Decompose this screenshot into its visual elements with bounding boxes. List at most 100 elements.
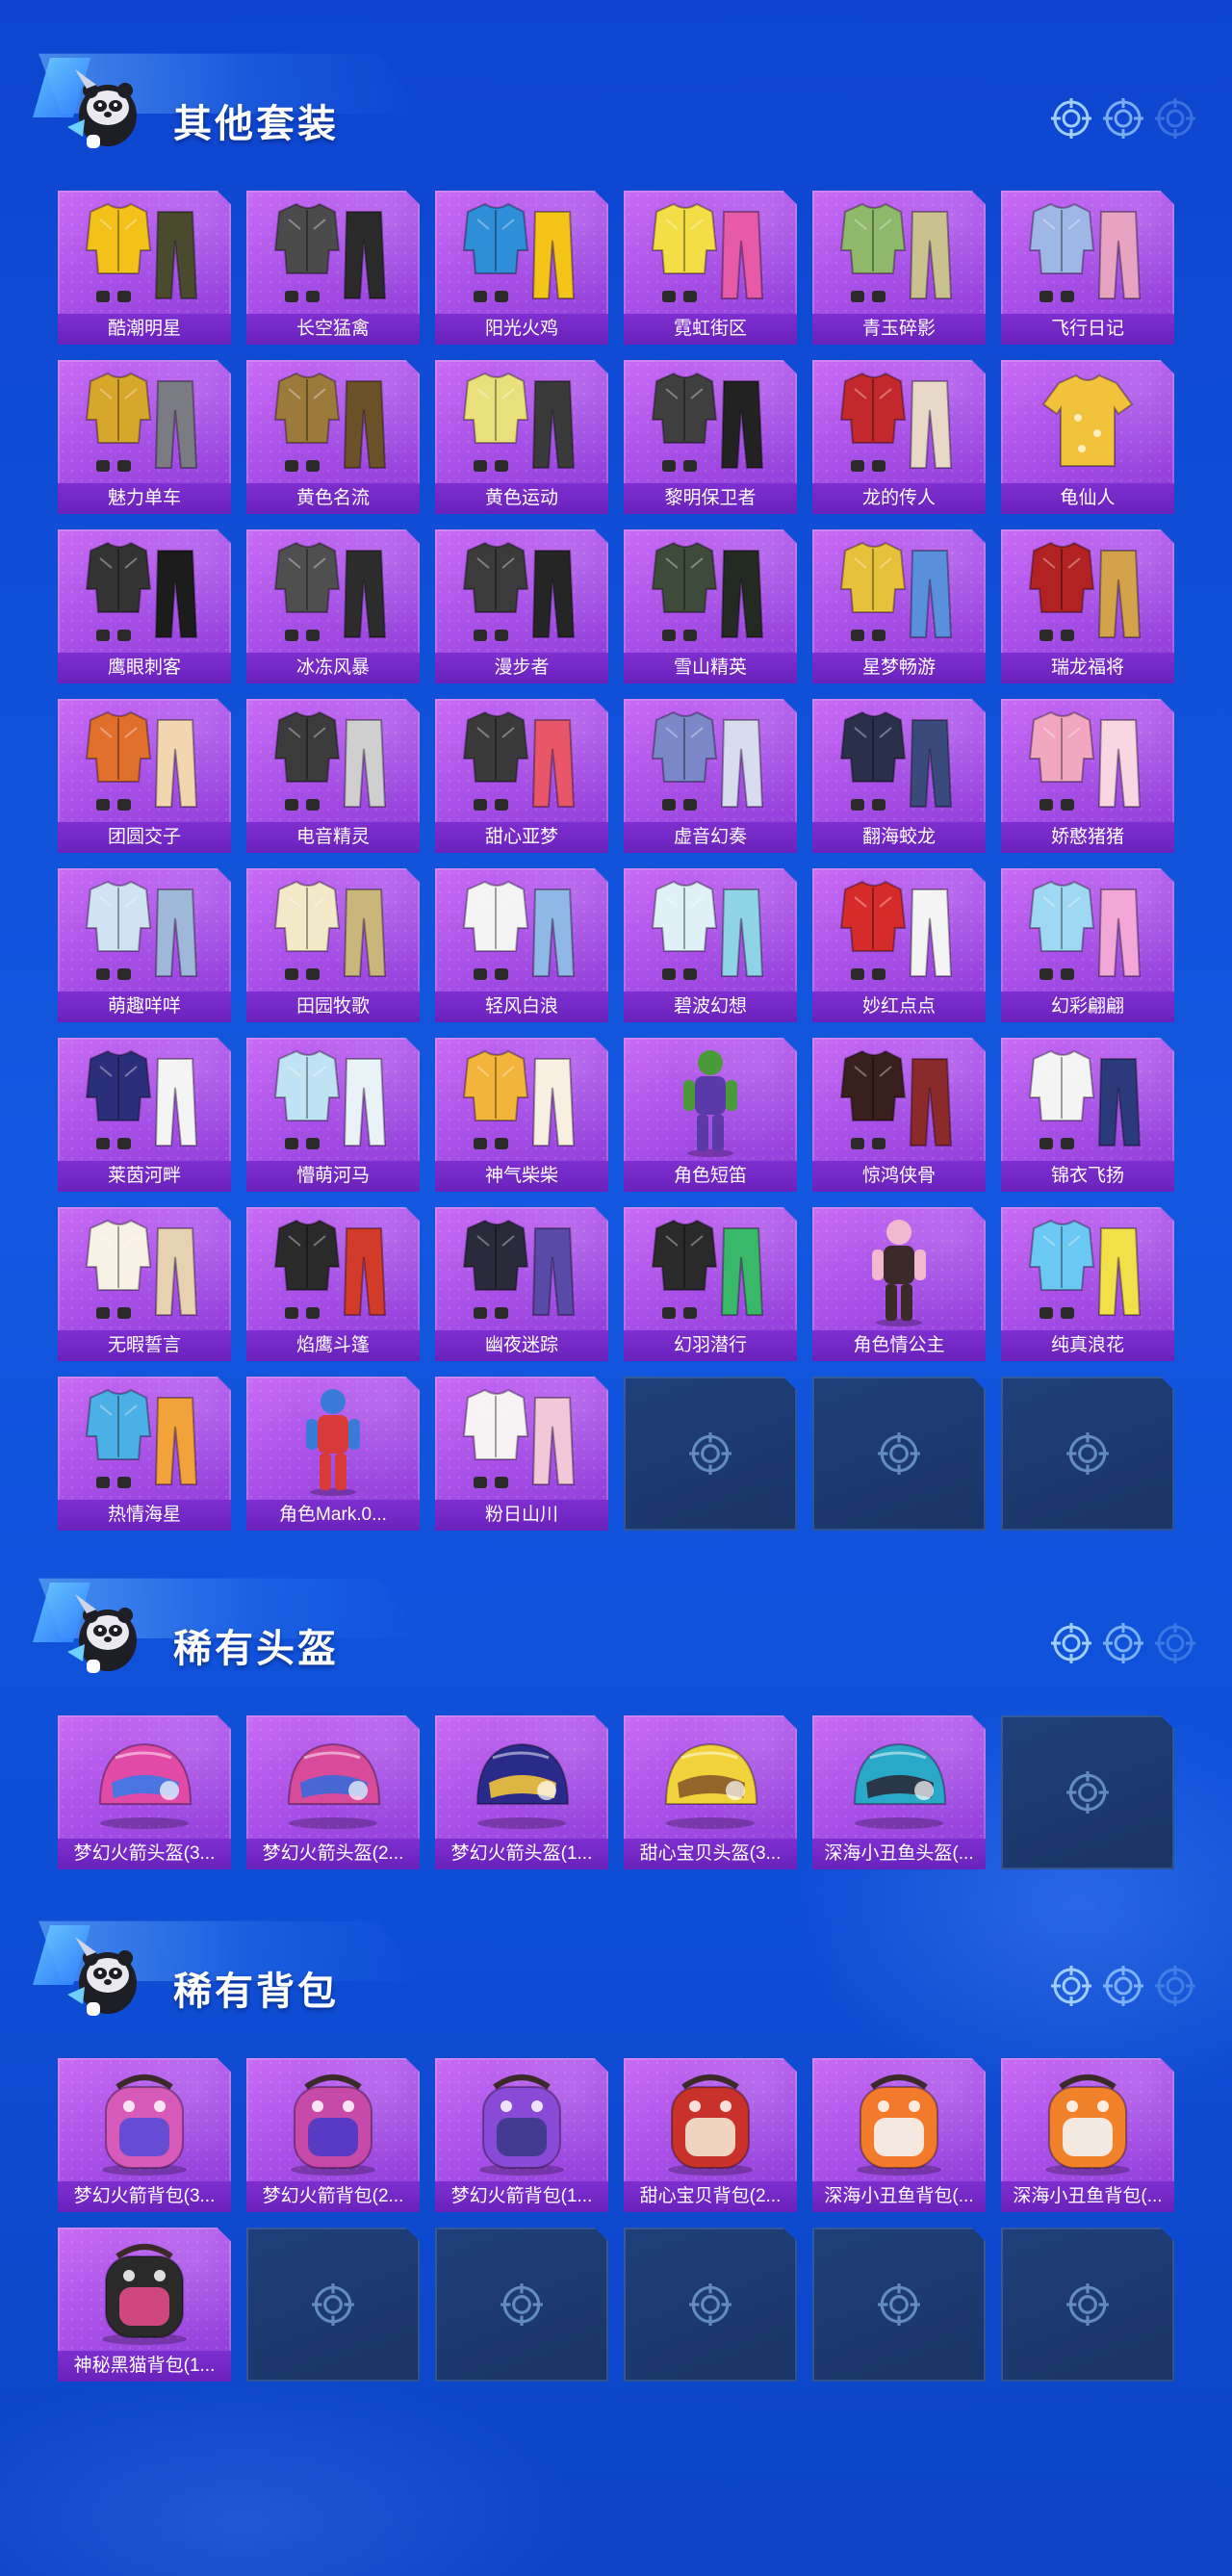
item-card[interactable]: 青玉碎影 [812,191,986,345]
crosshair-icon [1153,1964,1197,2008]
crosshair-icon [1049,96,1093,141]
item-card[interactable]: 幽夜迷踪 [435,1207,608,1361]
item-card[interactable]: 长空猛禽 [246,191,420,345]
item-card[interactable]: 莱茵河畔 [58,1038,231,1192]
item-name: 漫步者 [435,653,608,683]
item-card[interactable]: 懵萌河马 [246,1038,420,1192]
outfit-starfish-icon [58,1377,231,1500]
item-card[interactable]: 角色Mark.0... [246,1377,420,1531]
empty-slot [1001,2228,1174,2382]
outfit-piggy-icon [1001,699,1174,822]
item-card[interactable]: 团圆交子 [58,699,231,853]
item-name: 黄色运动 [435,483,608,514]
item-card[interactable]: 魅力单车 [58,360,231,514]
item-card[interactable]: 翻海蛟龙 [812,699,986,853]
item-grid: 梦幻火箭背包(3... 梦幻火箭背包(2... 梦幻火箭背包(1... 甜心宝贝… [58,2058,1174,2382]
item-name: 幽夜迷踪 [435,1330,608,1361]
item-card[interactable]: 轻风白浪 [435,868,608,1022]
item-card[interactable]: 黎明保卫者 [624,360,797,514]
item-card[interactable]: 深海小丑鱼背包(... [1001,2058,1174,2212]
outfit-sport-icon [435,360,608,483]
item-card[interactable]: 瑞龙福将 [1001,529,1174,683]
item-card[interactable]: 幻羽潜行 [624,1207,797,1361]
item-name: 田园牧歌 [246,992,420,1022]
item-card[interactable]: 甜心宝贝头盔(3... [624,1715,797,1869]
helmet-rocket-icon [58,1715,231,1839]
item-card[interactable]: 田园牧歌 [246,868,420,1022]
item-name: 惊鸿侠骨 [812,1161,986,1192]
item-card[interactable]: 幻彩翩翩 [1001,868,1174,1022]
helmet-clownfish-icon [812,1715,986,1839]
item-card[interactable]: 深海小丑鱼背包(... [812,2058,986,2212]
item-name: 黎明保卫者 [624,483,797,514]
item-card[interactable]: 黄色名流 [246,360,420,514]
item-card[interactable]: 电音精灵 [246,699,420,853]
item-card[interactable]: 龟仙人 [1001,360,1174,514]
item-card[interactable]: 萌趣咩咩 [58,868,231,1022]
item-name: 幻彩翩翩 [1001,992,1174,1022]
section-header: 稀有背包 [0,1868,1232,2016]
item-card[interactable]: 娇憨猪猪 [1001,699,1174,853]
item-name: 青玉碎影 [812,314,986,345]
item-card[interactable]: 无暇誓言 [58,1207,231,1361]
outfit-reunion-icon [58,699,231,822]
item-card[interactable]: 龙的传人 [812,360,986,514]
item-card[interactable]: 锦衣飞扬 [1001,1038,1174,1192]
item-card[interactable]: 酷潮明星 [58,191,231,345]
item-card[interactable]: 梦幻火箭背包(2... [246,2058,420,2212]
outfit-brocade-icon [1001,1038,1174,1161]
item-card[interactable]: 霓虹街区 [624,191,797,345]
item-card[interactable]: 神秘黑猫背包(1... [58,2228,231,2382]
helmet-rocket-icon [246,1715,420,1839]
crosshair-decorations [1049,1621,1197,1665]
item-card[interactable]: 梦幻火箭背包(1... [435,2058,608,2212]
item-card[interactable]: 漫步者 [435,529,608,683]
empty-slot [624,1377,797,1531]
item-card[interactable]: 甜心宝贝背包(2... [624,2058,797,2212]
item-card[interactable]: 角色短笛 [624,1038,797,1192]
item-card[interactable]: 阳光火鸡 [435,191,608,345]
character-princess-icon [812,1207,986,1330]
section-header: 其他套装 [0,0,1232,148]
item-name: 甜心宝贝背包(2... [624,2181,797,2212]
item-card[interactable]: 梦幻火箭背包(3... [58,2058,231,2212]
crosshair-icon [310,2281,356,2328]
item-card[interactable]: 黄色运动 [435,360,608,514]
item-card[interactable]: 梦幻火箭头盔(2... [246,1715,420,1869]
item-card[interactable]: 神气柴柴 [435,1038,608,1192]
item-name: 妙红点点 [812,992,986,1022]
item-name: 飞行日记 [1001,314,1174,345]
item-card[interactable]: 深海小丑鱼头盔(... [812,1715,986,1869]
item-card[interactable]: 梦幻火箭头盔(3... [58,1715,231,1869]
item-card[interactable]: 热情海星 [58,1377,231,1531]
item-card[interactable]: 冰冻风暴 [246,529,420,683]
item-card[interactable]: 纯真浪花 [1001,1207,1174,1361]
item-card[interactable]: 飞行日记 [1001,191,1174,345]
backpack-rocket-icon [246,2058,420,2181]
crosshair-decorations [1049,96,1197,141]
outfit-mustard-icon [58,360,231,483]
item-card[interactable]: 碧波幻想 [624,868,797,1022]
outfit-virtual-icon [624,699,797,822]
backpack-clownfish-icon [1001,2058,1174,2181]
item-card[interactable]: 焰鹰斗篷 [246,1207,420,1361]
item-name: 甜心宝贝头盔(3... [624,1839,797,1869]
crosshair-icon [876,2281,922,2328]
item-card[interactable]: 雪山精英 [624,529,797,683]
item-card[interactable]: 梦幻火箭头盔(1... [435,1715,608,1869]
outfit-pastoral-icon [246,868,420,992]
item-name: 黄色名流 [246,483,420,514]
item-card[interactable]: 角色情公主 [812,1207,986,1361]
item-card[interactable]: 虚音幻奏 [624,699,797,853]
item-card[interactable]: 惊鸿侠骨 [812,1038,986,1192]
crosshair-icon [876,1430,922,1477]
crosshair-icon [1101,1964,1145,2008]
item-card[interactable]: 甜心亚梦 [435,699,608,853]
item-name: 娇憨猪猪 [1001,822,1174,853]
item-card[interactable]: 妙红点点 [812,868,986,1022]
crosshair-icon [687,1430,733,1477]
item-card[interactable]: 鹰眼刺客 [58,529,231,683]
outfit-hippo-icon [246,1038,420,1161]
item-card[interactable]: 粉日山川 [435,1377,608,1531]
item-card[interactable]: 星梦畅游 [812,529,986,683]
